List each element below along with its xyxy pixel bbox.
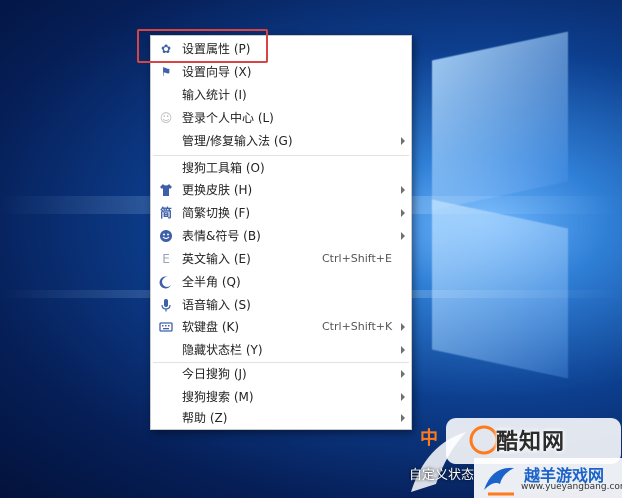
menu-item-input-statistics[interactable]: 输入统计 (I) [151, 84, 411, 106]
menu-item-label: 全半角 (Q) [182, 275, 241, 289]
simplified-traditional-icon: 简 [159, 206, 172, 220]
wallpaper-light-pane-bottom [432, 199, 568, 379]
menu-item-manage-repair[interactable]: 管理/修复输入法 (G) [151, 130, 411, 152]
submenu-arrow-icon [401, 186, 405, 194]
menu-item-label: 输入统计 (I) [182, 88, 247, 102]
watermark-logo-text: 酷知网 [496, 430, 566, 455]
menu-item-label: 搜狗工具箱 (O) [182, 161, 265, 175]
submenu-arrow-icon [401, 414, 405, 422]
menu-separator [153, 155, 409, 156]
menu-item-setup-wizard[interactable]: ⚑ 设置向导 (X) [151, 61, 411, 83]
menu-item-full-half-width[interactable]: 全半角 (Q) [151, 271, 411, 293]
menu-item-label: 登录个人中心 (L) [182, 111, 274, 125]
menu-item-simplified-traditional[interactable]: 简 简繁切换 (F) [151, 202, 411, 224]
menu-item-label: 设置向导 (X) [182, 65, 252, 79]
watermark-sub-text: 自定义状态 [409, 468, 475, 483]
shirt-icon [159, 183, 173, 197]
watermark-url-text: www.yueyangbang.com [521, 482, 622, 492]
context-menu: ✿ 设置属性 (P) ⚑ 设置向导 (X) 输入统计 (I) ☺ 登录个人中心 … [150, 35, 412, 430]
menu-item-login-center[interactable]: ☺ 登录个人中心 (L) [151, 107, 411, 129]
submenu-arrow-icon [401, 137, 405, 145]
smiley-icon [159, 229, 173, 243]
menu-item-hide-status-bar[interactable]: 隐藏状态栏 (Y) [151, 339, 411, 361]
menu-item-voice-input[interactable]: 语音输入 (S) [151, 294, 411, 316]
menu-item-change-skin[interactable]: 更换皮肤 (H) [151, 179, 411, 201]
menu-item-label: 表情&符号 (B) [182, 229, 261, 243]
bird-logo-icon [484, 467, 514, 496]
microphone-icon [159, 298, 173, 312]
menu-item-label: 今日搜狗 (J) [182, 367, 247, 381]
submenu-arrow-icon [401, 232, 405, 240]
flag-icon: ⚑ [160, 65, 172, 79]
menu-item-label: 更换皮肤 (H) [182, 183, 253, 197]
menu-item-label: 隐藏状态栏 (Y) [182, 343, 263, 357]
submenu-arrow-icon [401, 323, 405, 331]
submenu-arrow-icon [401, 370, 405, 378]
menu-item-label: 帮助 (Z) [182, 411, 228, 425]
menu-item-today-sogou[interactable]: 今日搜狗 (J) [151, 363, 411, 385]
menu-item-soft-keyboard[interactable]: 软键盘 (K) Ctrl+Shift+K [151, 316, 411, 338]
watermark-cn-text: 中 [420, 428, 438, 449]
highlight-annotation-box [137, 29, 268, 63]
wallpaper-light-pane-top [432, 31, 568, 211]
menu-item-emoji-symbols[interactable]: 表情&符号 (B) [151, 225, 411, 247]
keyboard-icon [159, 320, 173, 334]
menu-item-shortcut: Ctrl+Shift+E [322, 252, 392, 265]
english-icon: E [162, 252, 170, 266]
menu-item-help[interactable]: 帮助 (Z) [151, 407, 411, 429]
menu-item-toolbox[interactable]: 搜狗工具箱 (O) [151, 157, 411, 179]
moon-icon [159, 275, 173, 289]
menu-item-label: 英文输入 (E) [182, 252, 251, 266]
menu-item-label: 简繁切换 (F) [182, 206, 251, 220]
menu-item-shortcut: Ctrl+Shift+K [322, 320, 393, 333]
menu-item-label: 软键盘 (K) [182, 320, 240, 334]
menu-item-english-input[interactable]: E 英文输入 (E) Ctrl+Shift+E [151, 248, 411, 270]
user-icon: ☺ [159, 111, 173, 125]
menu-item-label: 搜狗搜索 (M) [182, 390, 254, 404]
submenu-arrow-icon [401, 209, 405, 217]
menu-item-sogou-search[interactable]: 搜狗搜索 (M) [151, 386, 411, 408]
submenu-arrow-icon [401, 393, 405, 401]
menu-item-label: 管理/修复输入法 (G) [182, 134, 293, 148]
submenu-arrow-icon [401, 346, 405, 354]
menu-item-label: 语音输入 (S) [182, 298, 251, 312]
